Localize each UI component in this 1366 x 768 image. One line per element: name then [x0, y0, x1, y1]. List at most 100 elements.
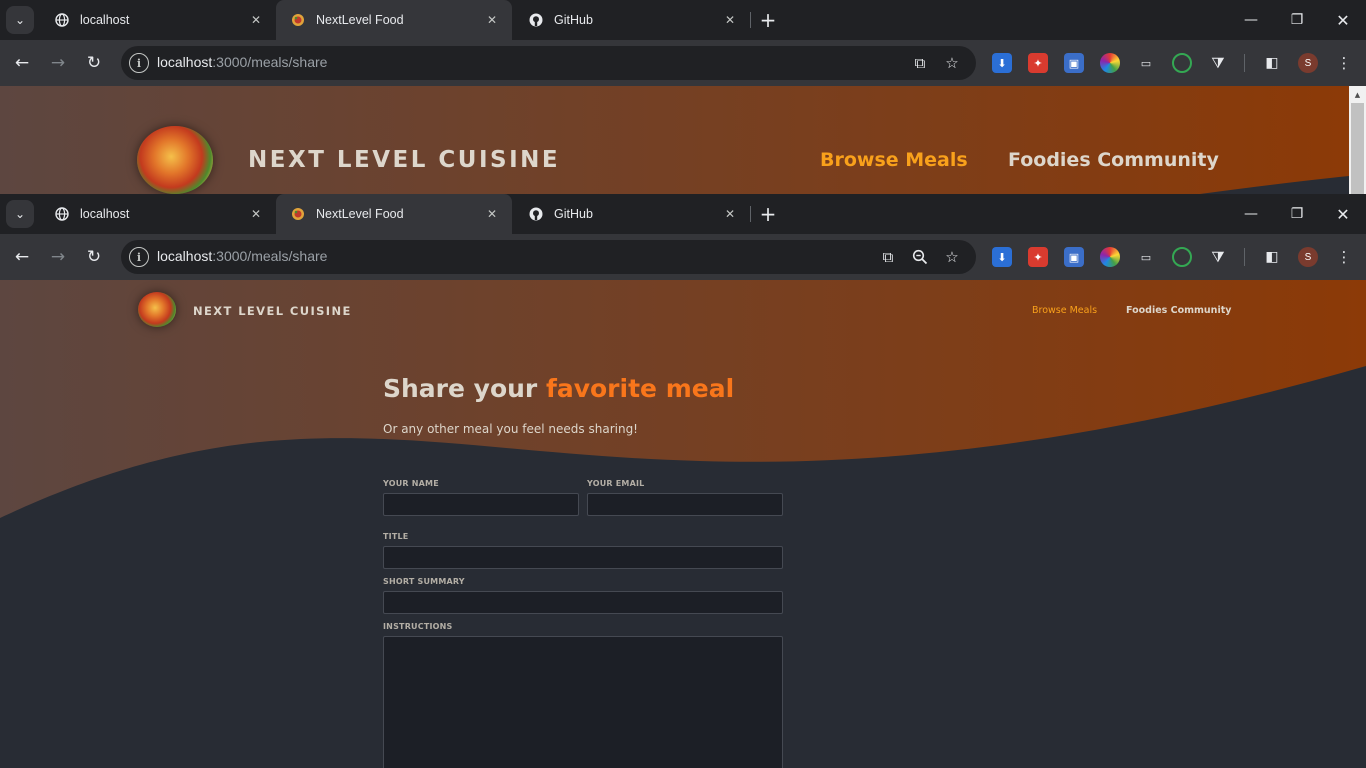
close-window-icon[interactable]: ✕	[1320, 0, 1366, 40]
cast-icon[interactable]: ▭	[1136, 53, 1156, 73]
tab-nextlevel-food[interactable]: NextLevel Food ✕	[276, 0, 512, 40]
tab-title: NextLevel Food	[316, 13, 404, 27]
address-bar[interactable]: i localhost:3000/meals/share ⧉ ☆	[121, 46, 976, 80]
title-input[interactable]	[383, 546, 783, 569]
restore-icon[interactable]: ❐	[1274, 0, 1320, 40]
bookmark-star-icon[interactable]: ☆	[940, 51, 964, 75]
close-tab-icon[interactable]: ✕	[722, 206, 738, 222]
github-icon	[528, 206, 544, 222]
tab-localhost[interactable]: localhost ✕	[40, 0, 276, 40]
reload-icon[interactable]: ↻	[80, 49, 108, 77]
site-info-icon[interactable]: i	[129, 247, 149, 267]
minimize-icon[interactable]: —	[1228, 194, 1274, 234]
puzzle-extensions-icon[interactable]: ⧩	[1208, 247, 1228, 267]
instructions-textarea[interactable]	[383, 636, 783, 768]
forward-icon[interactable]: →	[44, 49, 72, 77]
red-extension-icon[interactable]: ✦	[1028, 53, 1048, 73]
globe-icon	[54, 12, 70, 28]
open-in-app-icon[interactable]: ⧉	[908, 51, 932, 75]
profile-avatar[interactable]: S	[1298, 247, 1318, 267]
tab-title: GitHub	[554, 13, 593, 27]
back-icon[interactable]: ←	[8, 243, 36, 271]
summary-label: Short Summary	[383, 577, 465, 586]
brand-title[interactable]: NEXT LEVEL CUISINE	[193, 304, 352, 318]
cast-icon[interactable]: ▭	[1136, 247, 1156, 267]
zoom-icon[interactable]	[908, 245, 932, 269]
color-wheel-extension-icon[interactable]	[1100, 53, 1120, 73]
nav-browse-meals[interactable]: Browse Meals	[820, 149, 968, 171]
profile-avatar[interactable]: S	[1298, 53, 1318, 73]
tab-separator	[750, 206, 751, 222]
browser-window-back: ⌄ localhost ✕ NextLevel Food ✕ GitHub ✕ …	[0, 0, 1366, 194]
logo-image[interactable]	[137, 126, 213, 194]
food-plate-icon	[290, 206, 306, 222]
close-window-icon[interactable]: ✕	[1320, 194, 1366, 234]
tab-strip: ⌄ localhost ✕ NextLevel Food ✕ GitHub ✕ …	[0, 194, 1366, 234]
tab-title: NextLevel Food	[316, 207, 404, 221]
screen-capture-extension-icon[interactable]: ▣	[1064, 53, 1084, 73]
nav-browse-meals[interactable]: Browse Meals	[1032, 305, 1097, 316]
target-extension-icon[interactable]	[1172, 247, 1192, 267]
email-input[interactable]	[587, 493, 783, 516]
bookmark-star-icon[interactable]: ☆	[940, 245, 964, 269]
site-info-icon[interactable]: i	[129, 53, 149, 73]
tab-github[interactable]: GitHub ✕	[514, 0, 750, 40]
page-subtitle: Or any other meal you feel needs sharing…	[383, 422, 638, 436]
color-wheel-extension-icon[interactable]	[1100, 247, 1120, 267]
url-text[interactable]: localhost:3000/meals/share	[157, 54, 327, 70]
logo-image[interactable]	[138, 292, 176, 327]
tab-title: GitHub	[554, 207, 593, 221]
open-in-app-icon[interactable]: ⧉	[876, 245, 900, 269]
name-input[interactable]	[383, 493, 579, 516]
name-label: Your name	[383, 479, 439, 488]
summary-input[interactable]	[383, 591, 783, 614]
page-scrollbar[interactable]: ▲	[1349, 86, 1366, 194]
side-panel-icon[interactable]: ◧	[1262, 53, 1282, 73]
red-extension-icon[interactable]: ✦	[1028, 247, 1048, 267]
close-tab-icon[interactable]: ✕	[484, 206, 500, 222]
back-icon[interactable]: ←	[8, 49, 36, 77]
url-text[interactable]: localhost:3000/meals/share	[157, 248, 327, 264]
tab-strip: ⌄ localhost ✕ NextLevel Food ✕ GitHub ✕ …	[0, 0, 1366, 40]
menu-kebab-icon[interactable]: ⋮	[1334, 53, 1354, 73]
tab-title: localhost	[80, 13, 130, 27]
close-tab-icon[interactable]: ✕	[484, 12, 500, 28]
download-extension-icon[interactable]: ⬇	[992, 53, 1012, 73]
address-bar[interactable]: i localhost:3000/meals/share ⧉ ☆	[121, 240, 976, 274]
reload-icon[interactable]: ↻	[80, 243, 108, 271]
nav-foodies-community[interactable]: Foodies Community	[1008, 149, 1219, 171]
email-label: Your email	[587, 479, 645, 488]
screen-capture-extension-icon[interactable]: ▣	[1064, 247, 1084, 267]
browser-toolbar: ← → ↻ i localhost:3000/meals/share ⧉ ☆ ⬇…	[0, 234, 1366, 280]
food-plate-icon	[290, 12, 306, 28]
browser-toolbar: ← → ↻ i localhost:3000/meals/share ⧉ ☆ ⬇…	[0, 40, 1366, 86]
close-tab-icon[interactable]: ✕	[722, 12, 738, 28]
menu-kebab-icon[interactable]: ⋮	[1334, 247, 1354, 267]
nav-foodies-community[interactable]: Foodies Community	[1126, 305, 1231, 316]
toolbar-separator	[1244, 54, 1245, 72]
brand-title[interactable]: NEXT LEVEL CUISINE	[248, 147, 560, 173]
forward-icon[interactable]: →	[44, 243, 72, 271]
minimize-icon[interactable]: —	[1228, 0, 1274, 40]
tab-search-button[interactable]: ⌄	[6, 200, 34, 228]
tab-localhost[interactable]: localhost ✕	[40, 194, 276, 234]
target-extension-icon[interactable]	[1172, 53, 1192, 73]
tab-title: localhost	[80, 207, 130, 221]
new-tab-button[interactable]: +	[756, 202, 780, 226]
side-panel-icon[interactable]: ◧	[1262, 247, 1282, 267]
puzzle-extensions-icon[interactable]: ⧩	[1208, 53, 1228, 73]
browser-window-front: ⌄ localhost ✕ NextLevel Food ✕ GitHub ✕ …	[0, 194, 1366, 768]
tab-separator	[750, 12, 751, 28]
tab-search-button[interactable]: ⌄	[6, 6, 34, 34]
new-tab-button[interactable]: +	[756, 8, 780, 32]
scrollbar-thumb[interactable]	[1351, 103, 1364, 194]
page-title-accent: favorite meal	[545, 374, 735, 403]
close-tab-icon[interactable]: ✕	[248, 12, 264, 28]
restore-icon[interactable]: ❐	[1274, 194, 1320, 234]
close-tab-icon[interactable]: ✕	[248, 206, 264, 222]
tab-nextlevel-food[interactable]: NextLevel Food ✕	[276, 194, 512, 234]
download-extension-icon[interactable]: ⬇	[992, 247, 1012, 267]
tab-github[interactable]: GitHub ✕	[514, 194, 750, 234]
title-label: Title	[383, 532, 409, 541]
scroll-up-icon[interactable]: ▲	[1349, 86, 1366, 103]
